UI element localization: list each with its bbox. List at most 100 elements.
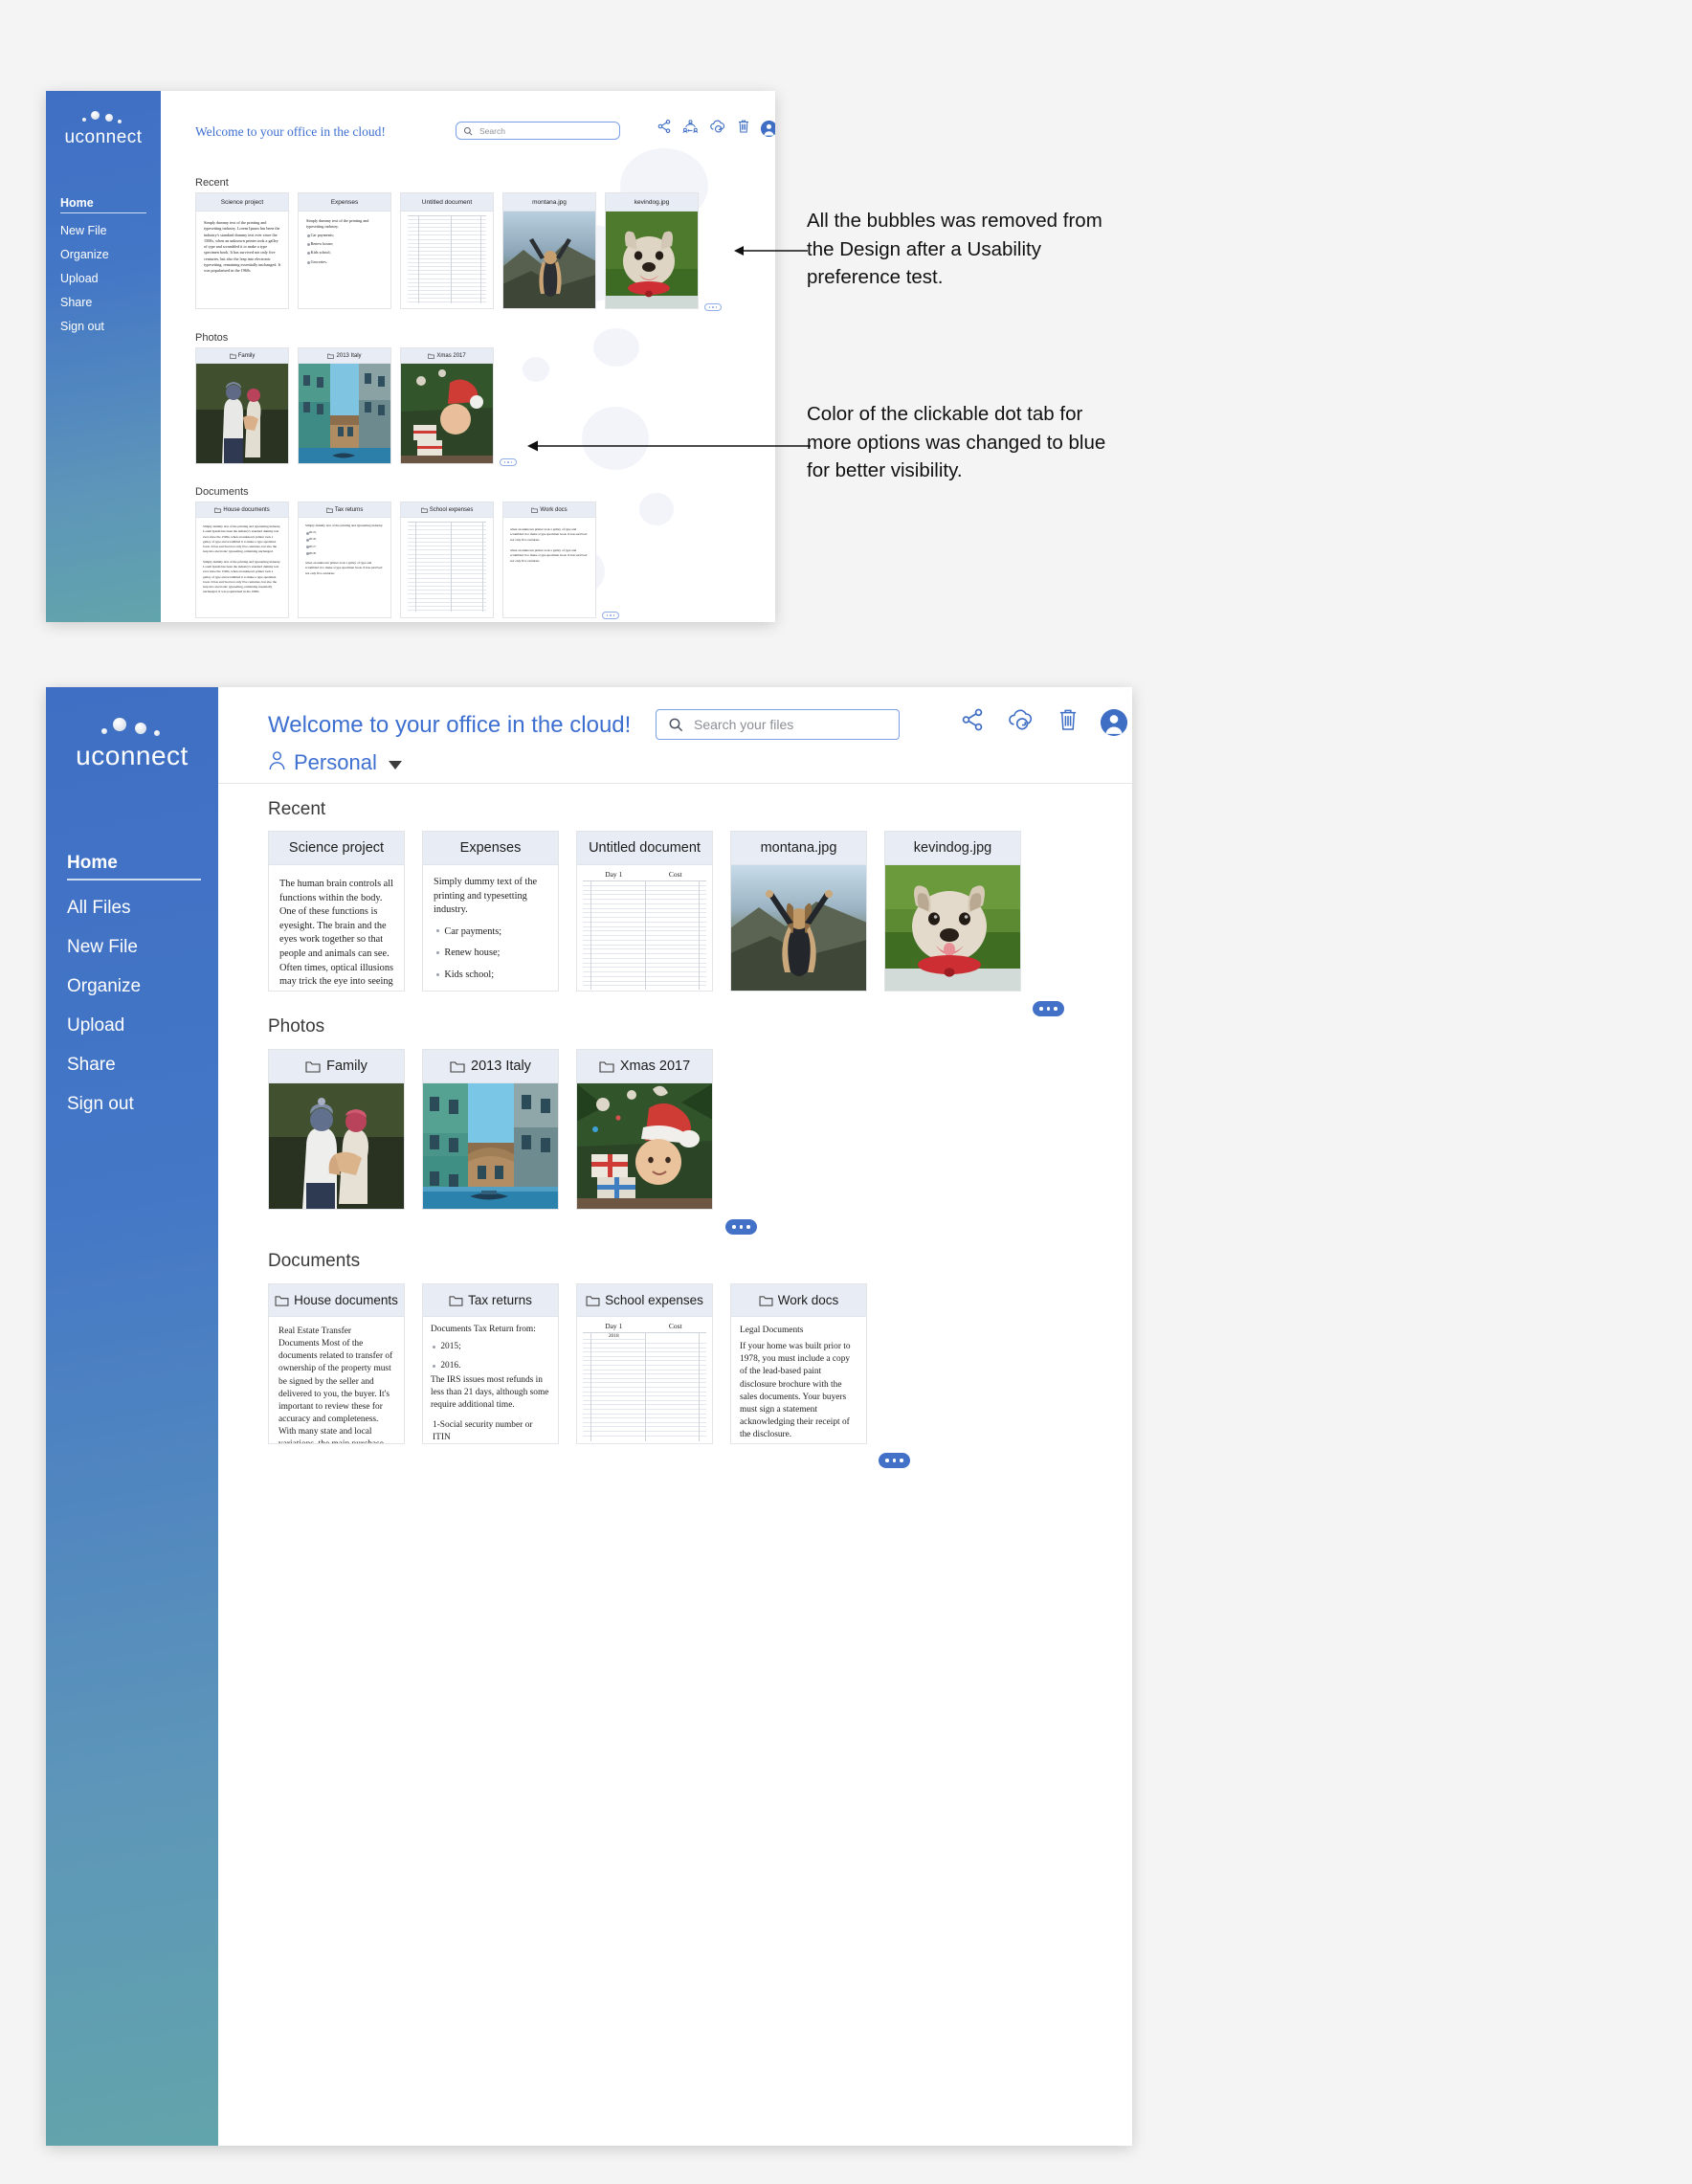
search-box-before[interactable]: Search xyxy=(456,122,620,140)
folder-card-house-documents-after[interactable]: House documents Real Estate Transfer Doc… xyxy=(268,1283,405,1444)
file-card-kevindog-jpg-before[interactable]: kevindog.jpg xyxy=(605,192,699,309)
annotation-dot-tab-color: Color of the clickable dot tab for more … xyxy=(807,403,1106,482)
table-column-divider xyxy=(644,1333,646,1441)
folder-card-school-expenses-before[interactable]: School expenses xyxy=(400,501,494,618)
folder-card-family-before[interactable]: Family xyxy=(195,347,289,464)
trash-icon[interactable] xyxy=(737,119,750,139)
sidebar-item-label: Share xyxy=(60,296,93,309)
folder-title: Family xyxy=(326,1059,367,1074)
more-options-dot-tab-documents-after[interactable] xyxy=(879,1453,910,1468)
card-intro: Simply dummy text of the printing and ty… xyxy=(434,877,538,916)
more-options-dot-tab-recent-after[interactable] xyxy=(1033,1001,1064,1016)
ruled-table-thumb: Day 1 Cost 2018 xyxy=(583,1320,706,1441)
chevron-down-icon[interactable] xyxy=(388,760,402,769)
folder-icon xyxy=(586,1295,600,1306)
more-options-dot-tab-recent-before[interactable] xyxy=(704,303,722,311)
share-icon[interactable] xyxy=(960,707,985,737)
list-item: Car payments; xyxy=(306,233,383,238)
folder-card-tax-returns-after[interactable]: Tax returns Documents Tax Return from: 2… xyxy=(422,1283,559,1444)
list-item: 2015; xyxy=(305,530,384,535)
section-label-photos-after: Photos xyxy=(268,1016,325,1036)
sidebar-item-organize-before[interactable]: Organize xyxy=(60,248,161,261)
sidebar-item-upload-before[interactable]: Upload xyxy=(60,272,161,285)
list-item: 2018. xyxy=(305,551,384,556)
folder-title: House documents xyxy=(223,506,270,513)
ruled-table-thumb: Day 1 Cost xyxy=(583,868,706,990)
folder-card-2013-italy-after[interactable]: 2013 Italy xyxy=(422,1049,559,1210)
card-title: Family xyxy=(196,348,288,364)
cloud-sync-icon[interactable] xyxy=(709,118,726,140)
sidebar-item-all-files-after[interactable]: All Files xyxy=(67,898,218,919)
cloud-sync-icon[interactable] xyxy=(1007,706,1035,738)
folder-card-house-documents-before[interactable]: House documents Simply dummy text of the… xyxy=(195,501,289,618)
design-comparison-page: uconnect Home New File Organize Upload S… xyxy=(0,0,1692,2184)
decorative-bubble xyxy=(639,493,674,525)
sidebar-item-new-file-before[interactable]: New File xyxy=(60,224,161,237)
folder-icon xyxy=(305,1060,321,1073)
sidebar-item-label: Organize xyxy=(67,975,142,996)
sidebar-item-home-before[interactable]: Home xyxy=(60,196,161,210)
table-header-row: Day 1 Cost xyxy=(583,868,706,880)
table-header-row: Day 1 Cost xyxy=(583,1320,706,1332)
folder-card-family-after[interactable]: Family xyxy=(268,1049,405,1210)
sidebar-item-organize-after[interactable]: Organize xyxy=(67,976,218,997)
card-list: Car payments; Renew house; Kids school; … xyxy=(434,925,547,991)
sidebar-item-home-after[interactable]: Home xyxy=(67,853,218,874)
account-avatar-icon[interactable] xyxy=(761,121,775,137)
card-title: Untitled document xyxy=(577,832,712,865)
sidebar-item-upload-after[interactable]: Upload xyxy=(67,1015,218,1036)
folder-icon xyxy=(229,353,236,359)
sidebar-before: uconnect Home New File Organize Upload S… xyxy=(46,91,161,622)
collaborate-users-icon[interactable] xyxy=(682,119,699,140)
card-title: Expenses xyxy=(299,193,390,212)
brand-logo-after[interactable]: uconnect xyxy=(46,687,218,771)
file-card-montana-jpg-before[interactable]: montana.jpg xyxy=(502,192,596,309)
more-options-dot-tab-photos-before[interactable] xyxy=(500,458,517,466)
file-card-science-project-before[interactable]: Science project Simply dummy text of the… xyxy=(195,192,289,309)
search-box-after[interactable]: Search your files xyxy=(656,709,900,740)
file-card-science-project-after[interactable]: Science project The human brain controls… xyxy=(268,831,405,992)
search-icon xyxy=(463,126,473,136)
more-options-dot-tab-photos-after[interactable] xyxy=(725,1219,757,1235)
table-col-header: Day 1 xyxy=(605,870,623,879)
card-title: House documents xyxy=(269,1284,404,1317)
card-intro: Simply dummy text of the printing and ty… xyxy=(306,218,369,230)
more-options-dot-tab-documents-before[interactable] xyxy=(602,612,619,619)
folder-card-xmas-2017-before[interactable]: Xmas 2017 xyxy=(400,347,494,464)
search-icon xyxy=(668,717,683,732)
brand-logo-before[interactable]: uconnect xyxy=(46,91,161,148)
sidebar-item-sign-out-after[interactable]: Sign out xyxy=(67,1094,218,1115)
file-card-untitled-document-before[interactable]: Untitled document xyxy=(400,192,494,309)
table-col-header: Cost xyxy=(668,1322,682,1330)
folder-card-work-docs-before[interactable]: Work docs when an unknown printer took a… xyxy=(502,501,596,618)
folder-card-xmas-2017-after[interactable]: Xmas 2017 xyxy=(576,1049,713,1210)
sidebar-active-underline-before xyxy=(60,212,146,213)
folder-card-tax-returns-before[interactable]: Tax returns Simply dummy text of the pri… xyxy=(298,501,391,618)
file-card-expenses-after[interactable]: Expenses Simply dummy text of the printi… xyxy=(422,831,559,992)
sidebar-item-share-before[interactable]: Share xyxy=(60,296,161,309)
table-grid xyxy=(583,880,706,990)
sidebar-item-share-after[interactable]: Share xyxy=(67,1055,218,1076)
card-outro: when an unknown printer took a galley of… xyxy=(305,561,383,575)
section-label-documents-before: Documents xyxy=(195,486,249,498)
trash-icon[interactable] xyxy=(1058,707,1079,737)
folder-title: Tax returns xyxy=(468,1293,532,1307)
logo-dots-icon xyxy=(46,716,218,739)
file-card-untitled-document-after[interactable]: Untitled document Day 1 Cost xyxy=(576,831,713,992)
list-item: Car payments; xyxy=(434,925,547,940)
share-icon[interactable] xyxy=(657,119,672,139)
folder-card-2013-italy-before[interactable]: 2013 Italy xyxy=(298,347,391,464)
account-avatar-icon[interactable] xyxy=(1101,708,1127,736)
sidebar-item-label: New File xyxy=(60,224,107,237)
folder-card-school-expenses-after[interactable]: School expenses Day 1 Cost 2018 xyxy=(576,1283,713,1444)
sidebar-item-sign-out-before[interactable]: Sign out xyxy=(60,320,161,333)
file-card-montana-jpg-after[interactable]: montana.jpg xyxy=(730,831,867,992)
file-card-expenses-before[interactable]: Expenses Simply dummy text of the printi… xyxy=(298,192,391,309)
ruled-table-thumb xyxy=(408,215,486,303)
sidebar-item-new-file-after[interactable]: New File xyxy=(67,937,218,958)
folder-card-work-docs-after[interactable]: Work docs Legal Documents If your home w… xyxy=(730,1283,867,1444)
account-scope-selector[interactable]: Personal xyxy=(268,750,402,775)
list-item: 2015; xyxy=(431,1341,550,1353)
card-body: The human brain controls all functions w… xyxy=(279,879,393,991)
file-card-kevindog-jpg-after[interactable]: kevindog.jpg xyxy=(884,831,1021,992)
